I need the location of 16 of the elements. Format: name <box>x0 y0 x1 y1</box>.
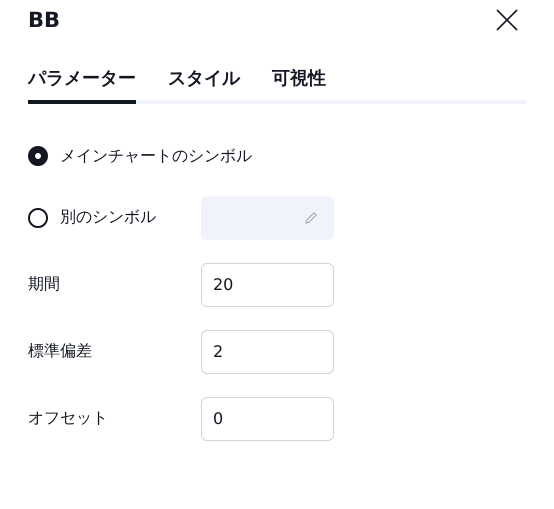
tab[interactable]: パラメーター <box>28 66 136 104</box>
radio-button[interactable] <box>28 146 48 166</box>
panel-title: BB <box>28 8 60 32</box>
close-icon[interactable] <box>495 8 519 32</box>
field-label: 期間 <box>28 274 61 295</box>
field-label: 標準偏差 <box>28 341 93 362</box>
input-field[interactable]: 20 <box>201 262 334 306</box>
input-field[interactable]: 2 <box>201 330 334 374</box>
pencil-icon <box>303 210 319 226</box>
radio-button[interactable] <box>28 208 48 228</box>
radio-label: メインチャートのシンボル <box>60 146 252 166</box>
tab[interactable]: 可視性 <box>272 66 326 104</box>
tab[interactable]: スタイル <box>168 66 240 104</box>
input-field[interactable]: 0 <box>201 396 334 440</box>
field-label: オフセット <box>28 408 109 429</box>
radio-label: 別のシンボル <box>60 207 156 228</box>
